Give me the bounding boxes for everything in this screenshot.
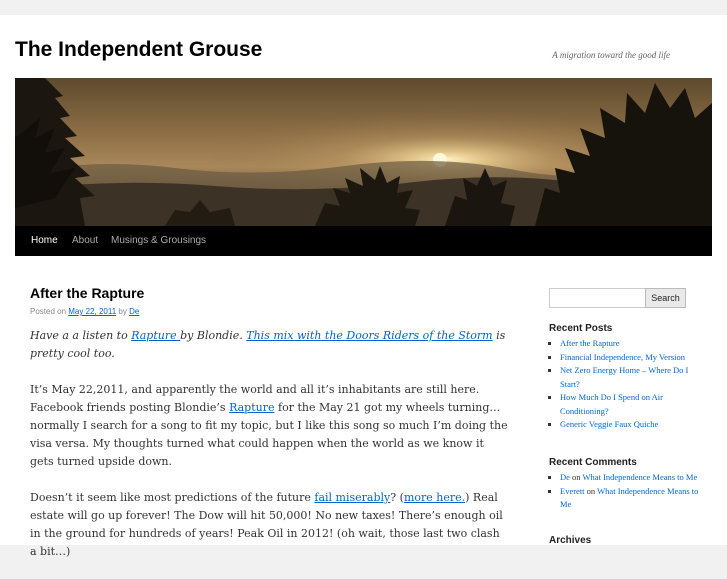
recent-comments-title: Recent Comments xyxy=(549,457,637,468)
post-date-link[interactable]: May 22, 2011 xyxy=(68,307,116,316)
nav-divider xyxy=(15,258,712,259)
main-content: After the Rapture Posted on May 22, 2011… xyxy=(30,285,508,579)
recent-post-link[interactable]: How Much Do I Spend on Air Conditioning? xyxy=(560,392,663,416)
list-item: Generic Veggie Faux Quiche xyxy=(560,418,700,432)
site-description: A migration toward the good life xyxy=(552,50,670,60)
post-meta: Posted on May 22, 2011 by De xyxy=(30,307,508,316)
by-label: by xyxy=(118,307,127,316)
doors-mix-link[interactable]: This mix with the Doors Riders of the St… xyxy=(246,329,492,342)
nav-item-musings-grousings[interactable]: Musings & Grousings xyxy=(111,226,206,256)
more-here-link[interactable]: more here. xyxy=(404,491,465,504)
recent-post-link[interactable]: Generic Veggie Faux Quiche xyxy=(560,419,658,429)
header-banner-image xyxy=(15,78,712,226)
comment-author-link[interactable]: Everett xyxy=(560,486,585,496)
paragraph-two: It’s May 22,2011, and apparently the wor… xyxy=(30,381,508,471)
posted-on-label: Posted on xyxy=(30,307,67,316)
list-item: Net Zero Energy Home – Where Do I Start? xyxy=(560,364,700,391)
on-label: on xyxy=(572,472,581,482)
recent-post-link[interactable]: Financial Independence, My Version xyxy=(560,352,685,362)
sunset-forest-image xyxy=(15,78,712,226)
fail-miserably-link[interactable]: fail miserably xyxy=(314,491,390,504)
post-content: Have a a listen to Rapture by Blondie. T… xyxy=(30,327,508,561)
text: Have a a listen to xyxy=(30,329,132,342)
comment-author-link[interactable]: De xyxy=(560,472,570,482)
text: ? ( xyxy=(390,491,404,504)
on-label: on xyxy=(586,485,596,496)
page: The Independent Grouse A migration towar… xyxy=(0,15,727,558)
text: by Blondie. xyxy=(180,329,247,342)
rapture-link[interactable]: Rapture xyxy=(131,329,180,342)
site-title-text: The Independent Grouse xyxy=(15,38,263,61)
recent-post-link[interactable]: After the Rapture xyxy=(560,338,619,348)
archives-title: Archives xyxy=(549,535,592,546)
list-item: De on What Independence Means to Me xyxy=(560,471,700,485)
paragraph-intro: Have a a listen to Rapture by Blondie. T… xyxy=(30,327,508,363)
recent-posts-title: Recent Posts xyxy=(549,323,613,334)
nav-item-home[interactable]: Home xyxy=(31,226,58,256)
rapture-link-2[interactable]: Rapture xyxy=(229,401,274,414)
comment-post-link[interactable]: What Independence Means to Me xyxy=(583,472,698,482)
main-navigation: Home About Musings & Grousings xyxy=(15,226,712,256)
list-item: How Much Do I Spend on Air Conditioning? xyxy=(560,391,700,418)
paragraph-three: Doesn’t it seem like most predictions of… xyxy=(30,489,508,561)
nav-item-about[interactable]: About xyxy=(72,226,98,256)
list-item: Everett on What Independence Means to Me xyxy=(560,485,700,512)
list-item: Financial Independence, My Version xyxy=(560,351,700,365)
list-item: After the Rapture xyxy=(560,337,700,351)
search-input[interactable] xyxy=(549,288,647,308)
text: Doesn’t it seem like most predictions of… xyxy=(30,491,315,504)
recent-posts-list: After the Rapture Financial Independence… xyxy=(549,337,700,432)
recent-post-link[interactable]: Net Zero Energy Home – Where Do I Start? xyxy=(560,365,688,389)
post-author-link[interactable]: De xyxy=(129,307,139,316)
post-title: After the Rapture xyxy=(30,285,145,301)
recent-comments-list: De on What Independence Means to Me Ever… xyxy=(549,471,700,512)
search-button[interactable]: Search xyxy=(645,288,686,308)
post-title-link[interactable]: After the Rapture xyxy=(30,285,508,301)
